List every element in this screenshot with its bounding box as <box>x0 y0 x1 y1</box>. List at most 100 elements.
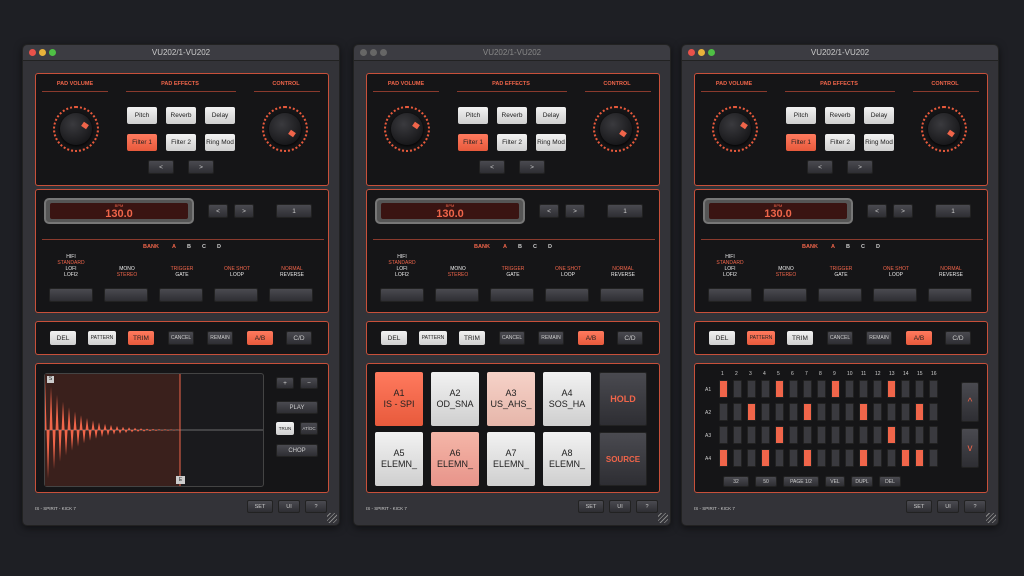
del-button[interactable]: DEL <box>709 331 735 345</box>
step-cell[interactable] <box>915 426 924 444</box>
step-cell[interactable] <box>831 380 840 398</box>
pattern-button[interactable]: PATTERN <box>747 331 775 345</box>
end-marker[interactable]: E <box>176 476 185 484</box>
step-cell[interactable] <box>803 380 812 398</box>
step-cell[interactable] <box>719 380 728 398</box>
bpm-step-button[interactable]: 1 <box>276 204 312 218</box>
step-cell[interactable] <box>873 403 882 421</box>
bank-cd-button[interactable]: C/D <box>945 331 971 345</box>
ui-button[interactable]: UI <box>278 500 300 513</box>
zoom-button[interactable] <box>49 49 56 56</box>
cancel-button[interactable]: CANCEL <box>168 331 194 345</box>
title-bar[interactable]: VU202/1-VU202 <box>23 45 339 61</box>
direction-mode-button[interactable] <box>600 288 644 302</box>
step-cell[interactable] <box>845 449 854 467</box>
effect-ringmod-button[interactable]: Ring Mod <box>536 134 566 151</box>
pad-a8[interactable]: A8 ELEMN_ <box>543 432 591 486</box>
effect-delay-button[interactable]: Delay <box>864 107 894 124</box>
quality-mode-button[interactable] <box>49 288 93 302</box>
trun-button[interactable]: TRUN <box>276 422 294 435</box>
step-cell[interactable] <box>887 380 896 398</box>
step-cell[interactable] <box>873 380 882 398</box>
bank-c[interactable]: C <box>858 244 868 250</box>
remain-button[interactable]: REMAIN <box>866 331 892 345</box>
step-cell[interactable] <box>845 403 854 421</box>
pad-a7[interactable]: A7 ELEMN_ <box>487 432 535 486</box>
step-cell[interactable] <box>761 426 770 444</box>
resize-handle[interactable] <box>658 513 668 523</box>
step-cell[interactable] <box>761 380 770 398</box>
effect-prev-button[interactable]: < <box>807 160 833 174</box>
bpm-next-button[interactable]: > <box>234 204 254 218</box>
pad-a2[interactable]: A2 OD_SNA <box>431 372 479 426</box>
bank-a[interactable]: A <box>828 244 838 250</box>
duplicate-button[interactable]: DUPL <box>851 476 873 487</box>
step-cell[interactable] <box>817 426 826 444</box>
step-cell[interactable] <box>719 426 728 444</box>
effect-reverb-button[interactable]: Reverb <box>497 107 527 124</box>
del-button[interactable]: DEL <box>381 331 407 345</box>
step-cell[interactable] <box>845 426 854 444</box>
step-cell[interactable] <box>831 449 840 467</box>
step-cell[interactable] <box>915 449 924 467</box>
cancel-button[interactable]: CANCEL <box>827 331 853 345</box>
set-button[interactable]: SET <box>247 500 273 513</box>
step-cell[interactable] <box>719 403 728 421</box>
close-button[interactable] <box>29 49 36 56</box>
seq-del-button[interactable]: DEL <box>879 476 901 487</box>
bank-a[interactable]: A <box>169 244 179 250</box>
step-cell[interactable] <box>915 380 924 398</box>
step-cell[interactable] <box>817 449 826 467</box>
step-cell[interactable] <box>789 449 798 467</box>
bpm-prev-button[interactable]: < <box>539 204 559 218</box>
bpm-prev-button[interactable]: < <box>208 204 228 218</box>
ui-button[interactable]: UI <box>937 500 959 513</box>
step-cell[interactable] <box>761 449 770 467</box>
step-cell[interactable] <box>831 403 840 421</box>
effect-next-button[interactable]: > <box>519 160 545 174</box>
trim-button[interactable]: TRIM <box>787 331 813 345</box>
step-cell[interactable] <box>775 403 784 421</box>
direction-mode-button[interactable] <box>269 288 313 302</box>
step-cell[interactable] <box>859 449 868 467</box>
zoom-out-button[interactable]: − <box>300 377 318 389</box>
close-button[interactable] <box>688 49 695 56</box>
step-cell[interactable] <box>775 426 784 444</box>
help-button[interactable]: ? <box>964 500 986 513</box>
shot-mode-button[interactable] <box>873 288 917 302</box>
step-cell[interactable] <box>817 380 826 398</box>
step-cell[interactable] <box>719 449 728 467</box>
effect-delay-button[interactable]: Delay <box>205 107 235 124</box>
bank-cd-button[interactable]: C/D <box>286 331 312 345</box>
play-button[interactable]: PLAY <box>276 401 318 414</box>
bpm-prev-button[interactable]: < <box>867 204 887 218</box>
step-cell[interactable] <box>803 426 812 444</box>
effect-pitch-button[interactable]: Pitch <box>127 107 157 124</box>
control-knob[interactable] <box>921 106 967 152</box>
step-cell[interactable] <box>873 449 882 467</box>
step-cell[interactable] <box>901 426 910 444</box>
title-bar[interactable]: VU202/1-VU202 <box>682 45 998 61</box>
step-cell[interactable] <box>761 403 770 421</box>
pad-a6[interactable]: A6 ELEMN_ <box>431 432 479 486</box>
start-marker[interactable]: S <box>47 376 54 383</box>
pad-a4[interactable]: A4 SOS_HA <box>543 372 591 426</box>
step-cell[interactable] <box>789 380 798 398</box>
direction-mode-button[interactable] <box>928 288 972 302</box>
effect-ringmod-button[interactable]: Ring Mod <box>205 134 235 151</box>
length-32-button[interactable]: 32 <box>723 476 749 487</box>
cancel-button[interactable]: CANCEL <box>499 331 525 345</box>
control-knob[interactable] <box>593 106 639 152</box>
minimize-button[interactable] <box>370 49 377 56</box>
minimize-button[interactable] <box>39 49 46 56</box>
pad-volume-knob[interactable] <box>712 106 758 152</box>
step-cell[interactable] <box>859 426 868 444</box>
page-up-button[interactable]: ^ <box>961 382 979 422</box>
bank-b[interactable]: B <box>515 244 525 250</box>
effect-pitch-button[interactable]: Pitch <box>786 107 816 124</box>
help-button[interactable]: ? <box>636 500 658 513</box>
effect-reverb-button[interactable]: Reverb <box>825 107 855 124</box>
pad-a3[interactable]: A3 US_AHS_ <box>487 372 535 426</box>
step-cell[interactable] <box>887 403 896 421</box>
step-cell[interactable] <box>887 449 896 467</box>
